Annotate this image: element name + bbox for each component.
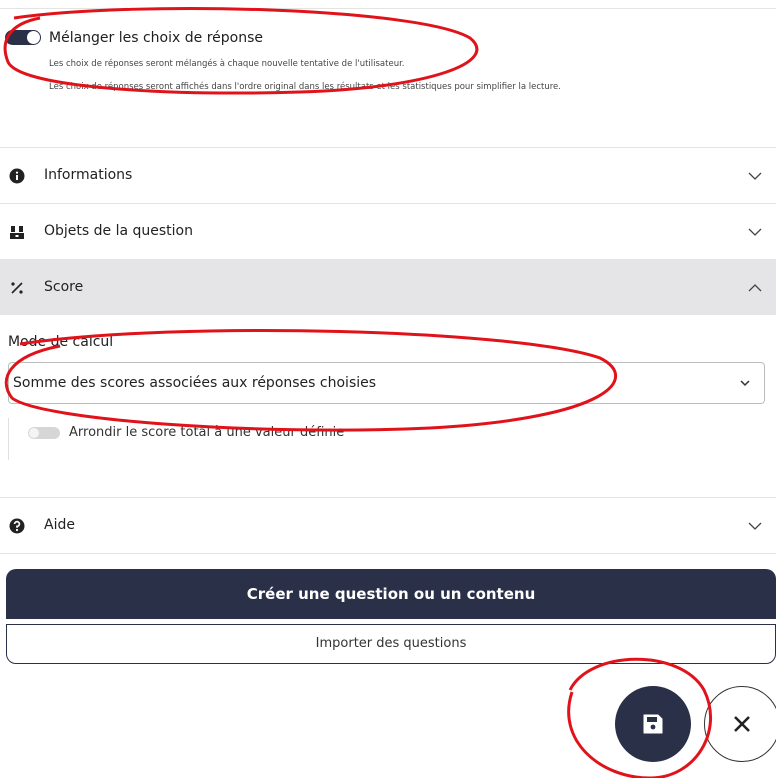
shuffle-toggle[interactable] <box>5 30 41 45</box>
accordion-label: Informations <box>44 167 133 183</box>
accordion-objets-question[interactable]: Objets de la question <box>0 203 776 259</box>
round-option-border <box>8 418 9 460</box>
round-label: Arrondir le score total à une valeur déf… <box>69 425 345 440</box>
info-icon <box>9 168 25 184</box>
accordion-label: Score <box>44 279 84 295</box>
import-questions-button[interactable]: Importer des questions <box>6 624 776 664</box>
chevron-down-icon <box>748 172 762 180</box>
annotation-ellipse-shuffle <box>3 6 479 95</box>
close-icon <box>734 716 750 732</box>
top-divider <box>0 8 776 9</box>
objects-icon <box>10 226 24 239</box>
chevron-up-icon <box>748 284 762 292</box>
chevron-down-icon <box>748 522 762 530</box>
chevron-down-icon <box>740 380 750 387</box>
accordion-score[interactable]: Score <box>0 259 776 315</box>
round-toggle[interactable] <box>28 427 60 439</box>
toggle-knob <box>27 31 40 44</box>
save-icon <box>643 714 663 734</box>
chevron-down-icon <box>748 228 762 236</box>
shuffle-description-2: Les choix de réponses seront affichés da… <box>49 82 561 92</box>
calc-mode-select[interactable]: Somme des scores associées aux réponses … <box>8 362 765 404</box>
accordion-informations[interactable]: Informations <box>0 147 776 203</box>
create-question-button[interactable]: Créer une question ou un contenu <box>6 569 776 619</box>
close-button[interactable] <box>704 686 776 762</box>
accordion-label: Aide <box>44 517 75 533</box>
divider <box>0 553 776 554</box>
percent-icon <box>11 282 23 294</box>
shuffle-title: Mélanger les choix de réponse <box>49 30 263 46</box>
accordion-aide[interactable]: Aide <box>0 497 776 553</box>
save-button[interactable] <box>615 686 691 762</box>
toggle-knob <box>29 428 39 438</box>
calc-mode-label: Mode de calcul <box>8 334 114 350</box>
shuffle-description-1: Les choix de réponses seront mélangés à … <box>49 59 405 69</box>
accordion-label: Objets de la question <box>44 223 193 239</box>
help-icon <box>9 518 25 534</box>
calc-mode-value: Somme des scores associées aux réponses … <box>13 375 377 391</box>
